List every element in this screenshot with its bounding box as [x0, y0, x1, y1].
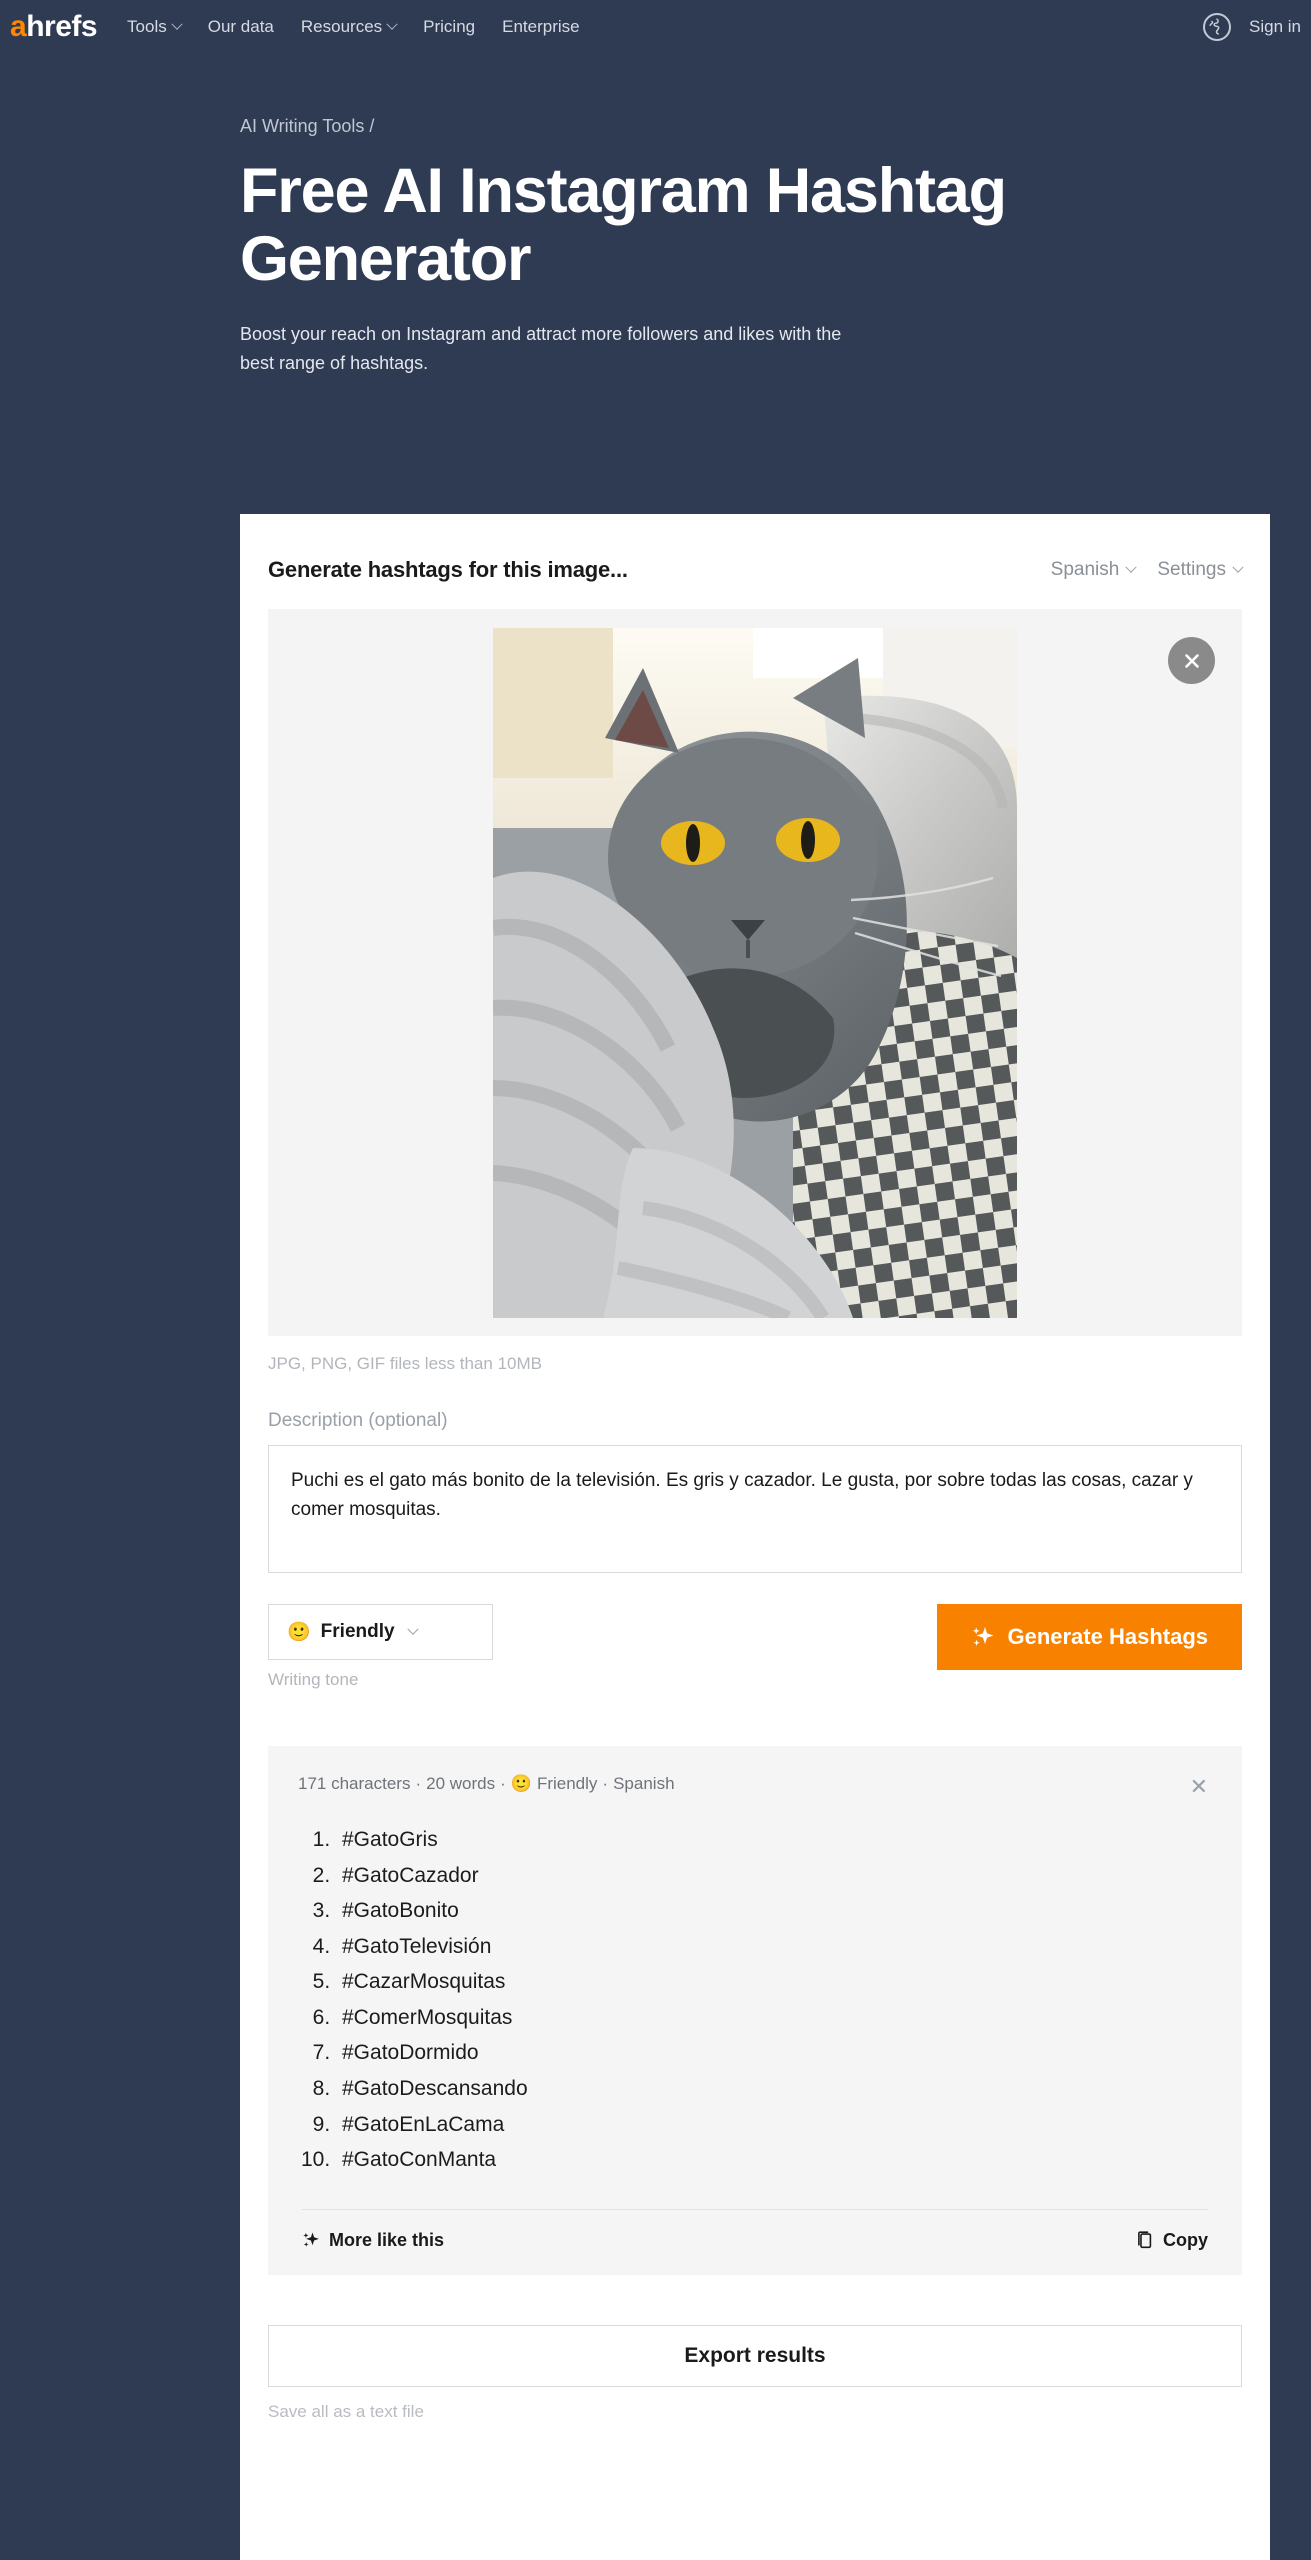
- settings-dropdown[interactable]: Settings: [1157, 559, 1244, 581]
- copy-icon: [1138, 2231, 1152, 2249]
- nav-item-our-data[interactable]: Our data: [208, 17, 274, 37]
- list-item: #CazarMosquitas: [336, 1970, 1212, 1995]
- settings-dropdown-label: Settings: [1157, 559, 1226, 580]
- nav-item-resources[interactable]: Resources: [300, 17, 398, 37]
- close-icon: [1184, 653, 1199, 668]
- export-results-button[interactable]: Export results: [268, 2324, 1242, 2387]
- nav-item-tools-label: Tools: [127, 17, 167, 36]
- copy-label: Copy: [1163, 2229, 1208, 2250]
- list-item: #ComerMosquitas: [336, 2006, 1212, 2031]
- list-item: #GatoCazador: [336, 1864, 1212, 1889]
- chevron-down-icon: [1125, 561, 1138, 573]
- nav-links: Tools Our data Resources Pricing Enterpr…: [127, 17, 580, 37]
- generate-hashtags-button[interactable]: Generate Hashtags: [937, 1604, 1242, 1670]
- export-hint: Save all as a text file: [268, 2401, 424, 2421]
- more-like-this-label: More like this: [329, 2229, 445, 2250]
- sign-in-link[interactable]: Sign in: [1249, 17, 1301, 37]
- results-panel: 171 characters · 20 words · 🙂 Friendly ·…: [268, 1746, 1242, 2275]
- close-results-button[interactable]: ✕: [1186, 1774, 1212, 1800]
- list-item: #GatoBonito: [336, 1899, 1212, 1924]
- writing-tone-value: Friendly: [320, 1621, 395, 1642]
- remove-image-button[interactable]: [1168, 637, 1215, 684]
- image-upload-zone[interactable]: [268, 609, 1242, 1336]
- logo-text: hrefs: [26, 10, 98, 43]
- page-subtitle: Boost your reach on Instagram and attrac…: [240, 324, 842, 373]
- meta-separator: ·: [415, 1774, 422, 1793]
- list-item: #GatoDescansando: [336, 2077, 1212, 2102]
- ahrefs-logo[interactable]: ahrefs: [10, 10, 98, 43]
- results-actions: More like this Copy: [298, 2210, 1212, 2253]
- chevron-down-icon: [386, 18, 398, 30]
- writing-tone-caption: Writing tone: [268, 1670, 359, 1689]
- results-meta: 171 characters · 20 words · 🙂 Friendly ·…: [298, 1774, 675, 1794]
- file-upload-hint: JPG, PNG, GIF files less than 10MB: [268, 1354, 542, 1373]
- chevron-down-icon: [1232, 561, 1244, 573]
- hero-section: AI Writing Tools / Free AI Instagram Has…: [0, 54, 1311, 378]
- smiley-icon: 🙂: [510, 1774, 532, 1793]
- language-dropdown-label: Spanish: [1050, 559, 1120, 580]
- uploaded-image-preview: [493, 627, 1017, 1318]
- meta-separator: ·: [602, 1774, 609, 1793]
- list-item: #GatoGris: [336, 1828, 1212, 1853]
- results-tone: Friendly: [536, 1774, 598, 1793]
- list-item: #GatoConManta: [336, 2148, 1212, 2173]
- list-item: #GatoTelevisión: [336, 1935, 1212, 1960]
- smiley-icon: 🙂: [287, 1622, 311, 1643]
- nav-item-tools[interactable]: Tools: [127, 17, 183, 37]
- tool-card-header: Generate hashtags for this image... Span…: [268, 514, 1244, 609]
- nav-item-resources-label: Resources: [300, 17, 383, 36]
- writing-tone-group: 🙂 Friendly Writing tone: [268, 1604, 493, 1690]
- nav-item-pricing-label: Pricing: [423, 17, 476, 36]
- results-language: Spanish: [613, 1774, 675, 1793]
- character-count: 171 characters: [298, 1774, 411, 1793]
- results-header: 171 characters · 20 words · 🙂 Friendly ·…: [298, 1774, 1212, 1800]
- copy-button[interactable]: Copy: [1137, 2230, 1208, 2251]
- nav-item-our-data-label: Our data: [207, 17, 274, 36]
- hashtag-list: #GatoGris #GatoCazador #GatoBonito #Gato…: [298, 1828, 1212, 2173]
- page-title: Free AI Instagram Hashtag Generator: [240, 156, 1007, 295]
- nav-item-enterprise-label: Enterprise: [502, 17, 580, 36]
- breadcrumb[interactable]: AI Writing Tools /: [240, 116, 1311, 137]
- top-navigation-bar: ahrefs Tools Our data Resources Pricing …: [0, 0, 1311, 54]
- list-item: #GatoDormido: [336, 2041, 1212, 2066]
- word-count: 20 words: [426, 1774, 496, 1793]
- tool-card-title: Generate hashtags for this image...: [268, 557, 628, 582]
- tool-card: Generate hashtags for this image... Span…: [240, 514, 1270, 2560]
- nav-item-enterprise[interactable]: Enterprise: [502, 17, 579, 37]
- tool-card-controls: Spanish Settings: [1050, 559, 1244, 581]
- meta-separator: ·: [500, 1774, 506, 1793]
- chevron-down-icon: [406, 1623, 419, 1635]
- nav-right-group: Sign in: [1203, 13, 1301, 41]
- tone-and-generate-row: 🙂 Friendly Writing tone Generate Hashtag…: [268, 1604, 1242, 1690]
- description-input[interactable]: Puchi es el gato más bonito de la televi…: [268, 1445, 1242, 1573]
- list-item: #GatoEnLaCama: [336, 2113, 1212, 2138]
- writing-tone-dropdown[interactable]: 🙂 Friendly: [268, 1604, 493, 1660]
- generate-hashtags-label: Generate Hashtags: [1007, 1624, 1208, 1649]
- description-label: Description (optional): [268, 1410, 448, 1431]
- chevron-down-icon: [171, 18, 183, 30]
- more-like-this-button[interactable]: More like this: [302, 2230, 444, 2251]
- sparkle-icon: [303, 2232, 319, 2247]
- sparkle-icon: [973, 1627, 994, 1646]
- logo-letter-a: a: [10, 10, 27, 43]
- language-dropdown[interactable]: Spanish: [1050, 559, 1138, 581]
- globe-icon[interactable]: [1203, 13, 1232, 41]
- nav-item-pricing[interactable]: Pricing: [423, 17, 475, 37]
